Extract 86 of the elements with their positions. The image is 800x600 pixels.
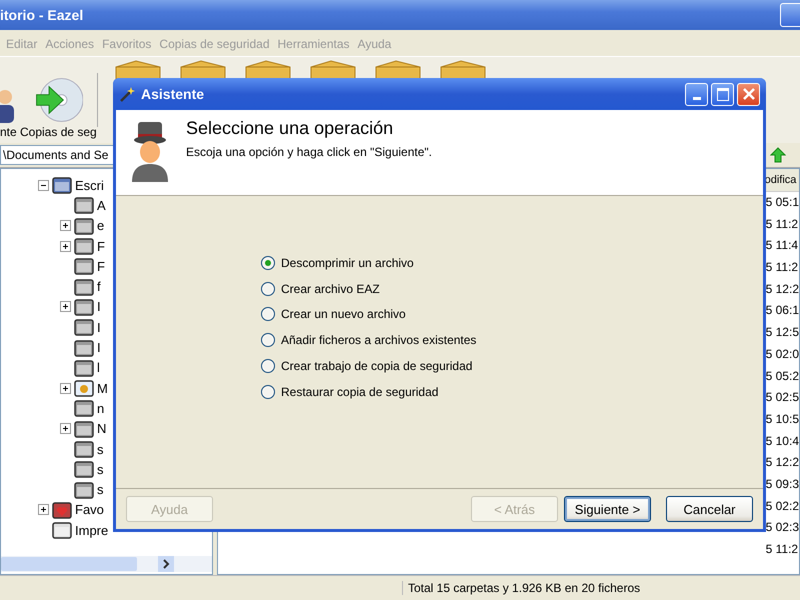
table-cell-text: 5 11:2 (766, 216, 799, 233)
horizontal-scrollbar[interactable] (1, 556, 212, 572)
folder-icon (74, 480, 94, 499)
expand-icon[interactable] (60, 382, 70, 394)
radio-option[interactable]: Descomprimir un archivo (261, 250, 763, 276)
expand-icon[interactable] (60, 220, 70, 232)
expand-icon[interactable] (60, 423, 70, 434)
status-text: Total 15 carpetas y 1.926 KB en 20 ficheros (402, 581, 640, 595)
tree-item[interactable]: e (97, 218, 104, 234)
table-cell-text: 5 09:3 (766, 476, 799, 493)
folder-icon (52, 521, 72, 540)
close-icon (742, 87, 756, 101)
wand-icon (119, 86, 137, 102)
radio-option[interactable]: Crear archivo EAZ (261, 276, 763, 302)
tree-item[interactable]: f (97, 279, 101, 294)
folder-icon (74, 257, 94, 276)
top-hat-figure-icon (130, 122, 170, 182)
table-cell-text: 5 12:5 (766, 324, 799, 342)
expand-icon[interactable] (60, 240, 70, 252)
tree-item[interactable]: N (97, 421, 106, 436)
disc-arrow-icon (33, 75, 84, 125)
radio-option[interactable]: Añadir ficheros a archivos existentes (261, 327, 763, 354)
folder-icon (74, 237, 94, 256)
table-cell-text: 5 11:4 (766, 237, 799, 254)
radio-option[interactable]: Crear trabajo de copia de seguridad (261, 353, 763, 379)
table-cell-text: 5 11:2 (766, 259, 799, 276)
table-cell-text: 5 06:1 (766, 302, 799, 320)
table-cell-text: 5 12:2 (766, 280, 799, 298)
minimize-button[interactable] (685, 82, 708, 106)
table-cell-text: 5 10:5 (766, 410, 799, 428)
scroll-right-icon[interactable] (158, 556, 174, 572)
window-title: itorio - Eazel (0, 7, 84, 23)
tree-item[interactable]: I (97, 340, 101, 356)
table-cell-text: 5 05:2 (766, 368, 799, 384)
tree-item[interactable]: M (97, 380, 108, 396)
heart-folder-icon (52, 500, 72, 519)
table-cell-text: 5 05:1 (766, 194, 799, 211)
folder-icon (74, 278, 94, 296)
folder-icon (52, 176, 72, 194)
tree-item[interactable]: n (97, 400, 104, 416)
tree-item[interactable]: I (97, 299, 101, 314)
tree-item[interactable]: l (97, 360, 100, 376)
table-cell-text: 5 02:2 (766, 498, 799, 515)
toolbar-button[interactable]: Copias de seg (20, 75, 97, 143)
tree-item[interactable]: s (97, 462, 104, 477)
table-cell-text: 5 10:4 (766, 432, 799, 450)
tree-item[interactable]: Impre (75, 522, 108, 538)
folder-icon (74, 420, 94, 438)
tree-item[interactable]: F (97, 238, 105, 254)
maximize-button[interactable] (711, 82, 734, 106)
table-cell-text: 5 12:2 (766, 454, 799, 472)
table-cell-text: 5 02:5 (766, 389, 799, 406)
close-button[interactable] (737, 82, 760, 106)
tree-item[interactable]: F (97, 258, 105, 274)
folder-icon (74, 318, 94, 336)
tree-item[interactable]: Favo (75, 502, 104, 518)
dialog-heading: Seleccione una operación (186, 118, 394, 139)
table-cell-text: 5 11:2 (766, 541, 799, 558)
tree-item[interactable]: Escri (75, 178, 104, 193)
collapse-icon[interactable] (38, 180, 48, 191)
folder-icon (74, 338, 94, 357)
toolbar-button[interactable]: nte (0, 85, 20, 143)
table-cell-text: 5 02:3 (766, 519, 799, 536)
folder-icon (74, 298, 94, 316)
folder-icon (74, 399, 94, 418)
tree-item[interactable]: A (97, 198, 106, 213)
radio-option[interactable]: Crear un nuevo archivo (261, 302, 763, 328)
dialog-button[interactable]: Cancelar (666, 496, 753, 522)
folder-icon (74, 460, 94, 478)
radio-option[interactable]: Restaurar copia de seguridad (261, 378, 763, 405)
tree-item[interactable]: I (97, 320, 101, 335)
minimize-button[interactable] (780, 3, 800, 27)
column-header[interactable]: odifica (764, 169, 799, 192)
folder-icon (74, 358, 94, 377)
expand-icon[interactable] (60, 301, 70, 312)
tree-item[interactable]: s (97, 442, 104, 456)
table-cell-text: 5 02:0 (766, 346, 799, 363)
folder-icon (74, 216, 94, 235)
folder-icon (74, 196, 94, 214)
expand-icon[interactable] (38, 504, 48, 516)
up-arrow-icon[interactable] (770, 147, 786, 163)
dialog-button[interactable]: Siguiente > (564, 496, 651, 522)
app-icon (74, 379, 94, 398)
dialog-title: Asistente (141, 86, 206, 102)
tree-item[interactable]: s (97, 482, 104, 498)
folder-icon (74, 440, 94, 458)
